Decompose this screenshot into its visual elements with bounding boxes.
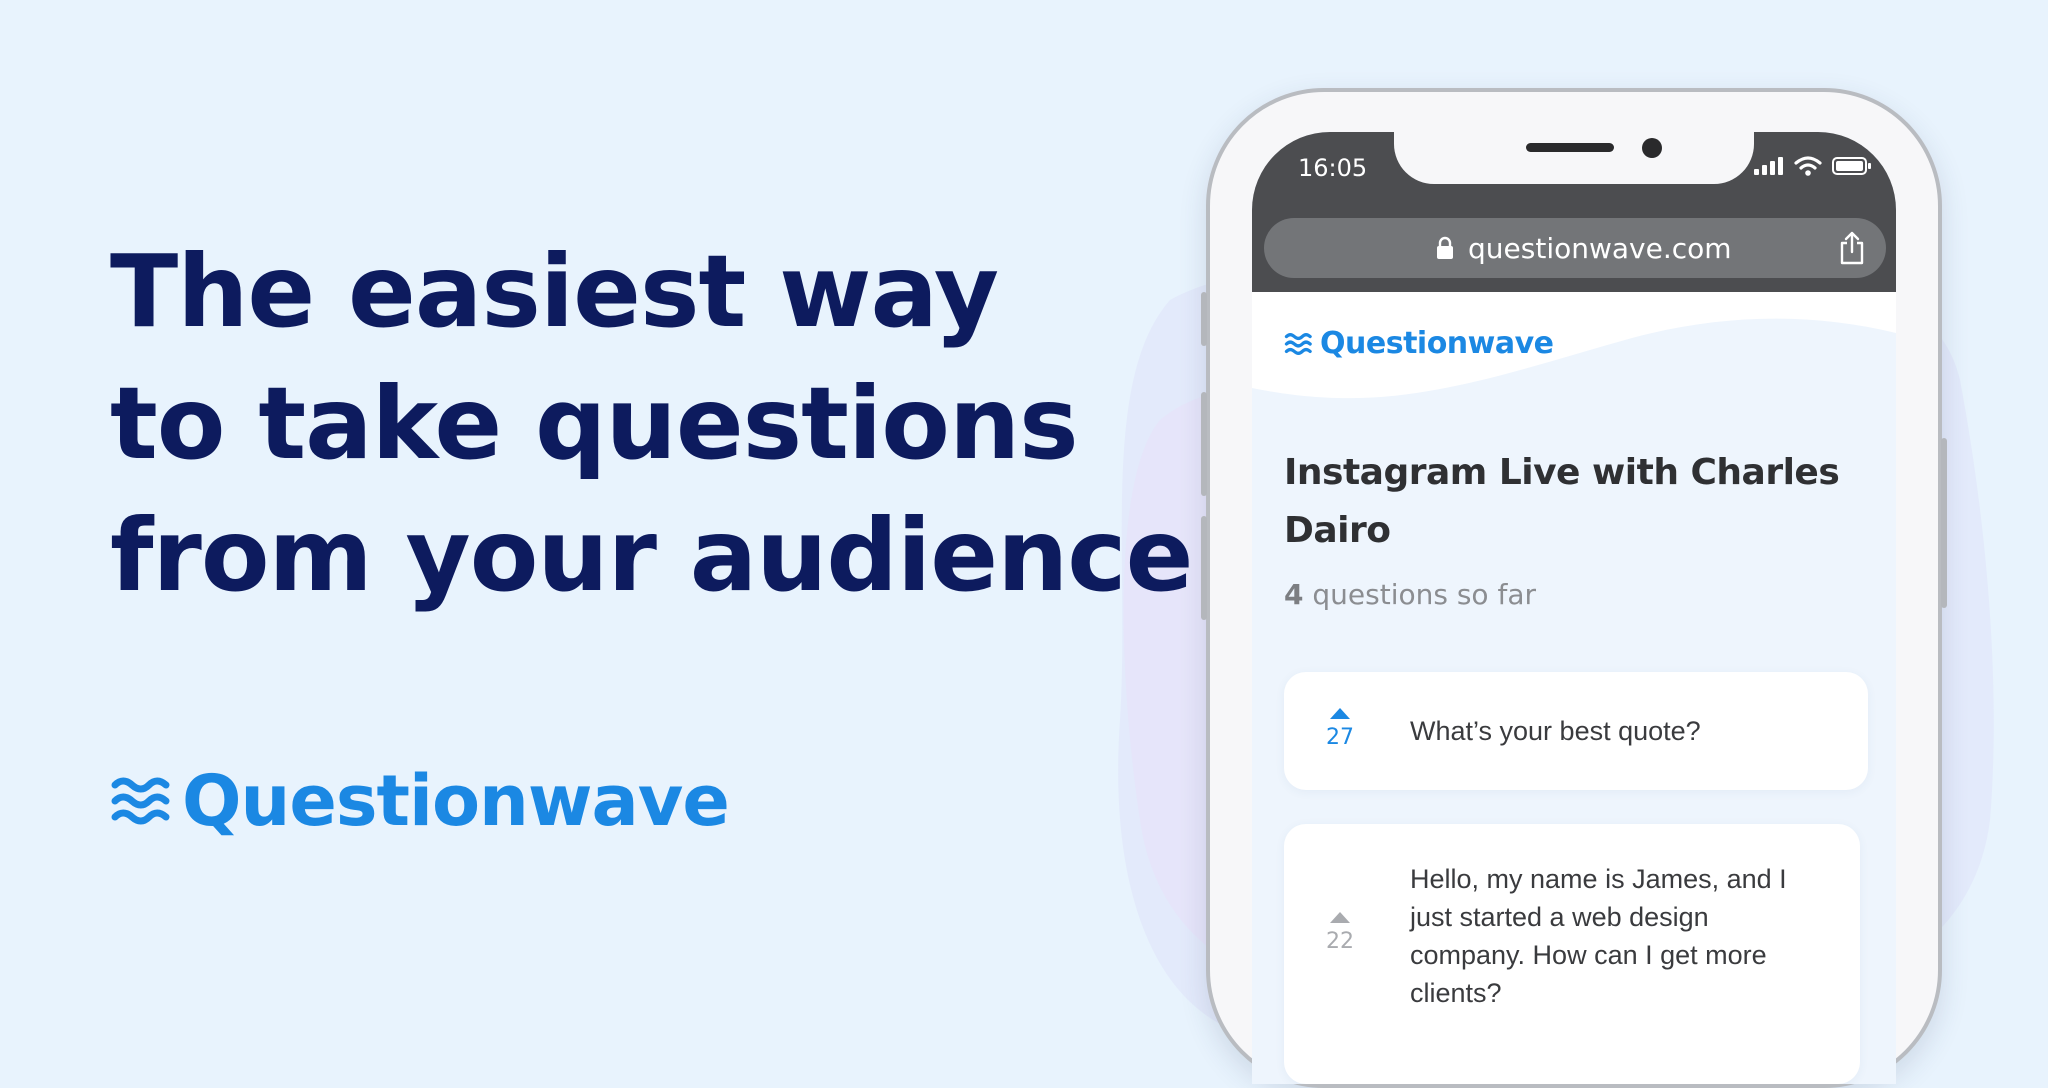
signal-icon — [1754, 157, 1783, 175]
address-bar[interactable]: questionwave.com — [1264, 218, 1886, 278]
question-text: What’s your best quote? — [1410, 716, 1701, 746]
event-title: Instagram Live with Charles Dairo — [1284, 452, 1840, 551]
wave-icon — [1284, 332, 1312, 355]
headline-line: to take questions — [110, 365, 1079, 482]
question-card[interactable]: 27 What’s your best quote? — [1284, 672, 1868, 790]
battery-icon — [1832, 157, 1871, 175]
lock-icon — [1437, 236, 1453, 259]
status-icons — [1754, 156, 1872, 176]
upvote-arrow-icon — [1330, 912, 1350, 923]
phone-power-button — [1941, 438, 1947, 608]
wave-icon — [111, 777, 170, 825]
speaker-grille — [1526, 143, 1614, 152]
phone-notch — [1394, 132, 1754, 184]
phone-volume-button — [1201, 392, 1207, 496]
headline-line: from your audience — [110, 497, 1193, 614]
site-name: Questionwave — [1320, 326, 1554, 361]
question-count-number: 4 — [1284, 578, 1304, 611]
question-text: Hello, my name is James, and I just star… — [1410, 864, 1787, 1008]
brand-name: Questionwave — [182, 760, 730, 842]
url-text: questionwave.com — [1468, 232, 1732, 265]
share-icon[interactable] — [1838, 230, 1866, 266]
site-header: Questionwave — [1252, 292, 1896, 432]
headline: The easiest way to take questions from y… — [110, 226, 1193, 622]
upvote-button[interactable]: 27 — [1314, 708, 1366, 750]
question-count: 4 questions so far — [1284, 578, 1536, 611]
vote-count: 22 — [1326, 929, 1354, 954]
site-logo[interactable]: Questionwave — [1284, 326, 1554, 361]
phone-mockup: 16:05 questionwave.com Questionwave Inst… — [1201, 88, 1947, 1088]
upvote-arrow-icon — [1330, 708, 1350, 719]
header-wave-background — [1252, 292, 1896, 399]
front-camera — [1642, 138, 1662, 158]
brand-logo: Questionwave — [110, 760, 730, 842]
phone-screen: 16:05 questionwave.com Questionwave Inst… — [1252, 132, 1896, 1084]
upvote-button[interactable]: 22 — [1314, 912, 1366, 954]
status-time: 16:05 — [1298, 154, 1368, 182]
wifi-icon — [1794, 156, 1822, 176]
question-card[interactable]: 22 Hello, my name is James, and I just s… — [1284, 824, 1860, 1084]
phone-volume-button — [1201, 516, 1207, 620]
question-count-label: questions so far — [1303, 578, 1536, 611]
vote-count: 27 — [1326, 725, 1354, 750]
headline-line: The easiest way — [110, 233, 999, 350]
phone-side-button — [1201, 292, 1207, 346]
